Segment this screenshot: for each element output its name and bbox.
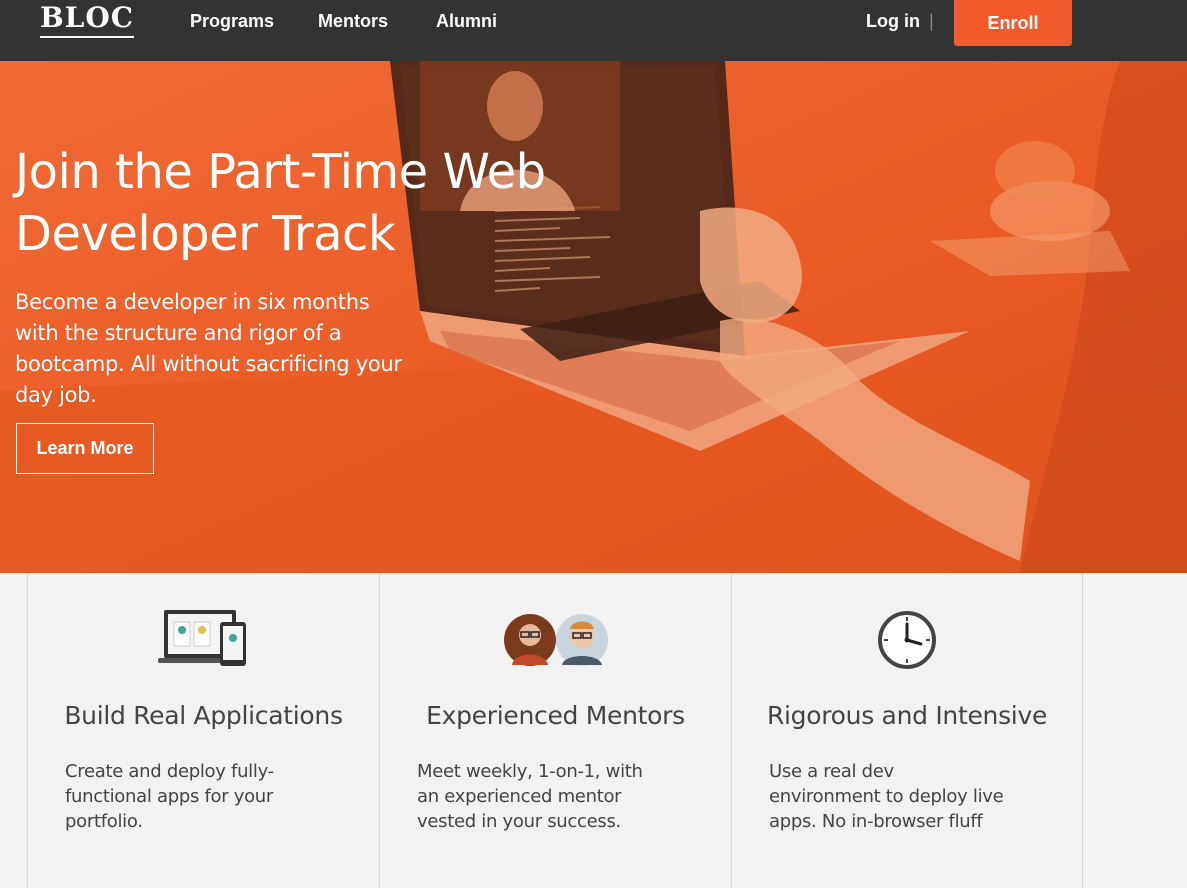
- feature-title: Experienced Mentors: [426, 701, 685, 730]
- feature-text: Meet weekly, 1-on-1, with an experienced…: [417, 761, 643, 832]
- feature-title: Build Real Applications: [64, 701, 343, 730]
- learn-more-button[interactable]: Learn More: [16, 423, 154, 474]
- hero-subtitle: Become a developer in six months with th…: [15, 290, 402, 407]
- bloc-logo[interactable]: BLOC: [40, 2, 135, 38]
- feature-text: Use a real dev environment to deploy liv…: [769, 761, 1004, 832]
- nav-link-programs[interactable]: Programs: [190, 10, 274, 32]
- features-section: Build Real Applications Create and deplo…: [0, 573, 1187, 888]
- nav-separator: |: [929, 11, 934, 31]
- mentors-avatars-icon: [380, 605, 731, 675]
- feature-card-mentors: Experienced Mentors Meet weekly, 1-on-1,…: [379, 573, 731, 888]
- feature-card-build: Build Real Applications Create and deplo…: [27, 573, 379, 888]
- nav-link-mentors[interactable]: Mentors: [318, 10, 388, 32]
- top-navbar: BLOC Programs Mentors Alumni Log in | En…: [0, 0, 1187, 61]
- enroll-button[interactable]: Enroll: [954, 0, 1072, 46]
- nav-link-alumni[interactable]: Alumni: [436, 10, 497, 32]
- hero-title: Join the Part-Time Web Developer Track: [15, 144, 546, 262]
- login-link[interactable]: Log in: [866, 10, 920, 32]
- hero-banner: Join the Part-Time Web Developer Track B…: [0, 61, 1187, 573]
- feature-card-rigorous: Rigorous and Intensive Use a real dev en…: [731, 573, 1083, 888]
- feature-text: Create and deploy fully-functional apps …: [65, 761, 274, 832]
- devices-icon: [28, 605, 379, 675]
- feature-title: Rigorous and Intensive: [766, 701, 1048, 730]
- clock-icon: [732, 605, 1082, 675]
